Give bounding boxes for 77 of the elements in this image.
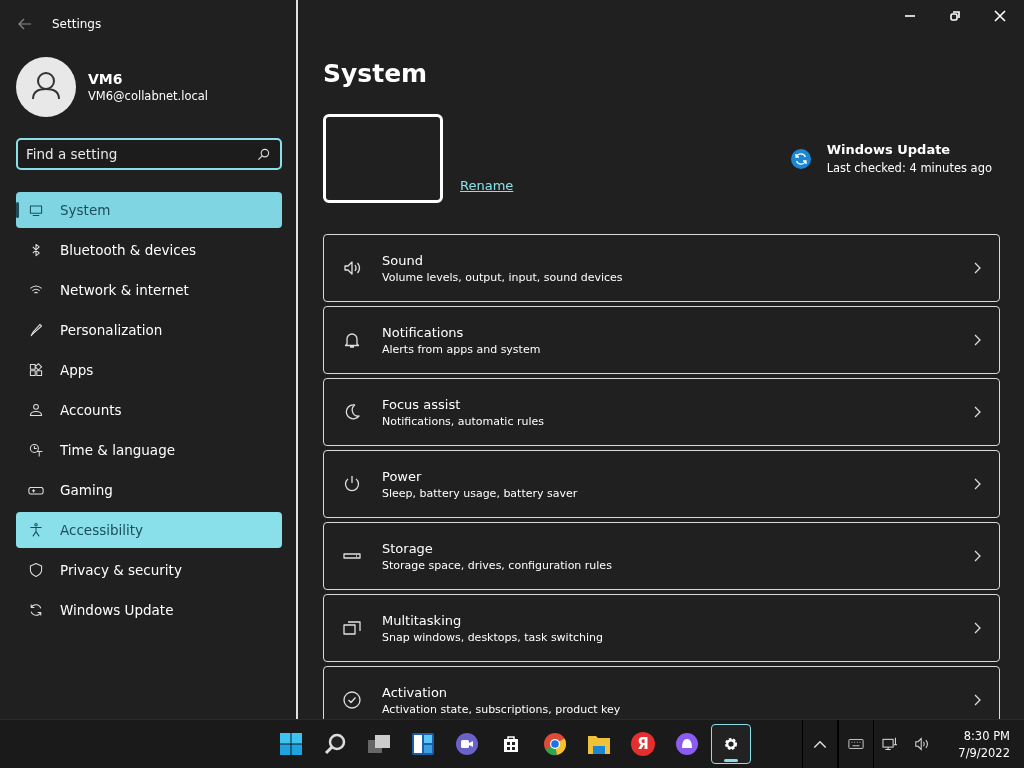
nav-icon	[28, 202, 44, 218]
nav-icon	[28, 402, 44, 418]
card-title: Multitasking	[382, 612, 463, 628]
gear-icon	[722, 735, 740, 753]
window-title: Settings	[52, 17, 102, 31]
task-view-icon	[367, 732, 391, 756]
chevron-right-icon	[973, 262, 981, 274]
settings-card[interactable]: Storage Storage space, drives, configuration rules	[323, 522, 1000, 590]
sidebar-item[interactable]: Bluetooth & devices	[16, 232, 282, 268]
chevron-right-icon	[973, 550, 981, 562]
nav-icon	[28, 322, 44, 338]
restore-icon[interactable]	[949, 10, 961, 22]
sidebar-item[interactable]: Network & internet	[16, 272, 282, 308]
card-title: Sound	[382, 252, 424, 268]
clock[interactable]: 8:30 PM 7/9/2022	[938, 728, 1024, 760]
card-title: Storage	[382, 540, 434, 556]
browser-icon	[543, 732, 567, 756]
rename-link[interactable]: Rename	[460, 178, 514, 193]
card-title: Activation	[382, 684, 449, 700]
chevron-right-icon	[973, 478, 981, 490]
card-title: Notifications	[382, 324, 465, 340]
nav-icon	[28, 602, 44, 618]
sidebar-item[interactable]: Accounts	[16, 392, 282, 428]
sidebar-item[interactable]: Personalization	[16, 312, 282, 348]
windows-logo-icon	[279, 732, 303, 756]
account-email: VM6@collabnet.local	[88, 89, 209, 103]
settings-card[interactable]: Notifications Alerts from apps and system	[323, 306, 1000, 374]
card-subtitle: Volume levels, output, input, sound devices	[382, 270, 624, 284]
update-title[interactable]: Windows Update	[826, 142, 992, 157]
card-subtitle: Notifications, automatic rules	[382, 414, 545, 428]
sidebar-item[interactable]: Time & language	[16, 432, 282, 468]
update-status: Last checked: 4 minutes ago	[826, 161, 992, 175]
chevron-right-icon	[973, 334, 981, 346]
card-subtitle: Alerts from apps and system	[382, 342, 542, 356]
card-title: Power	[382, 468, 423, 484]
back-arrow-icon[interactable]	[18, 18, 32, 30]
card-subtitle: Snap windows, desktops, task switching	[382, 630, 604, 644]
chevron-right-icon	[973, 622, 981, 634]
nav-icon	[28, 442, 44, 458]
settings-card[interactable]: Focus assist Notifications, automatic rules	[323, 378, 1000, 446]
settings-card[interactable]: Power Sleep, battery usage, battery saver	[323, 450, 1000, 518]
sidebar-item[interactable]: Accessibility	[16, 512, 282, 548]
search-field[interactable]: Find a setting	[16, 138, 282, 170]
nav-icon	[28, 562, 44, 578]
card-icon	[342, 474, 362, 494]
card-icon	[342, 690, 362, 710]
settings-card[interactable]: Multitasking Snap windows, desktops, task switching	[323, 594, 1000, 662]
widgets-icon	[411, 732, 435, 756]
taskbar-app[interactable]: Я	[623, 724, 663, 764]
chevron-right-icon	[973, 406, 981, 418]
browser-logo: Я	[631, 732, 655, 756]
assistant-icon	[675, 732, 699, 756]
sidebar-item[interactable]: System	[16, 192, 282, 228]
settings-card[interactable]: Sound Volume levels, output, input, sound devices	[323, 234, 1000, 302]
card-subtitle: Sleep, battery usage, battery saver	[382, 486, 579, 500]
card-subtitle: Storage space, drives, configuration rules	[382, 558, 613, 572]
keyboard-icon[interactable]	[838, 720, 875, 768]
card-subtitle: Activation state, subscriptions, product key	[382, 702, 622, 716]
sidebar-item[interactable]: Privacy & security	[16, 552, 282, 588]
sidebar-item[interactable]: Windows Update	[16, 592, 282, 628]
nav-icon	[28, 522, 44, 538]
sidebar-item[interactable]: Gaming	[16, 472, 282, 508]
taskbar-app[interactable]	[711, 724, 751, 764]
avatar-icon	[16, 57, 76, 117]
search-icon	[257, 148, 270, 161]
page-title: System	[323, 58, 429, 90]
card-icon	[342, 618, 362, 638]
nav-icon	[28, 362, 44, 378]
card-title: Focus assist	[382, 396, 462, 412]
chevron-right-icon	[973, 694, 981, 706]
sidebar-item[interactable]: Apps	[16, 352, 282, 388]
card-icon	[342, 330, 362, 350]
sync-icon[interactable]	[790, 148, 811, 169]
close-icon[interactable]	[994, 10, 1006, 22]
account-name: VM6	[88, 71, 124, 87]
video-chat-icon	[455, 732, 479, 756]
search-icon	[323, 732, 347, 756]
